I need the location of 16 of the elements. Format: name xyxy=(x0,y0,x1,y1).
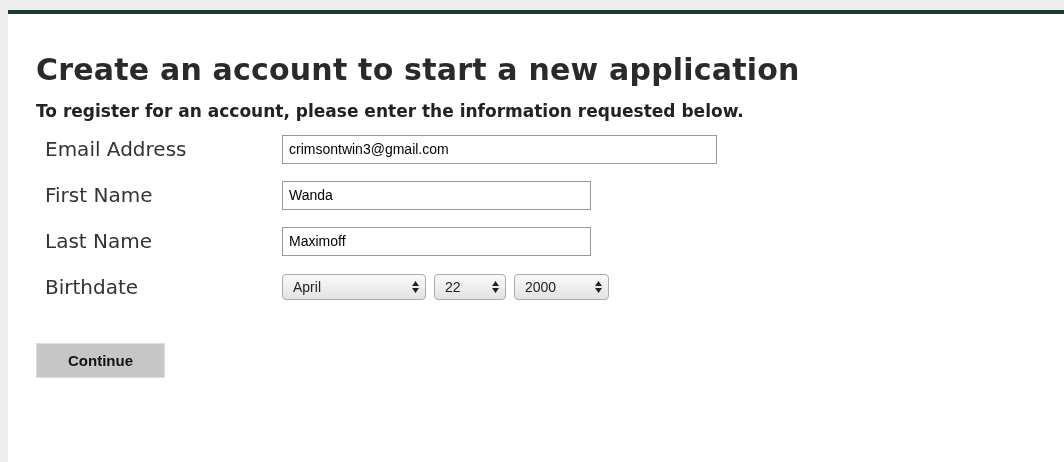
field-label: Last Name xyxy=(45,229,154,253)
field-label: Birthdate xyxy=(45,275,140,299)
input-field[interactable]: crimsontwin3@gmail.com xyxy=(282,134,717,164)
updown-icon xyxy=(595,281,602,293)
page-heading: Create an account to start a new application xyxy=(36,52,801,87)
dropdown[interactable]: April xyxy=(282,274,426,300)
page-subheading: To register for an account, please enter the information requested below. xyxy=(36,101,745,121)
continue-button[interactable]: Continue xyxy=(36,343,165,378)
input-field[interactable]: Maximoff xyxy=(282,226,591,256)
input-field[interactable]: Wanda xyxy=(282,180,591,210)
updown-icon xyxy=(492,281,499,293)
dropdown[interactable]: 22 xyxy=(434,274,506,300)
field-label: Email Address xyxy=(45,137,188,161)
dropdown[interactable]: 2000 xyxy=(514,274,609,300)
field-label: First Name xyxy=(45,183,154,207)
updown-icon xyxy=(412,281,419,293)
